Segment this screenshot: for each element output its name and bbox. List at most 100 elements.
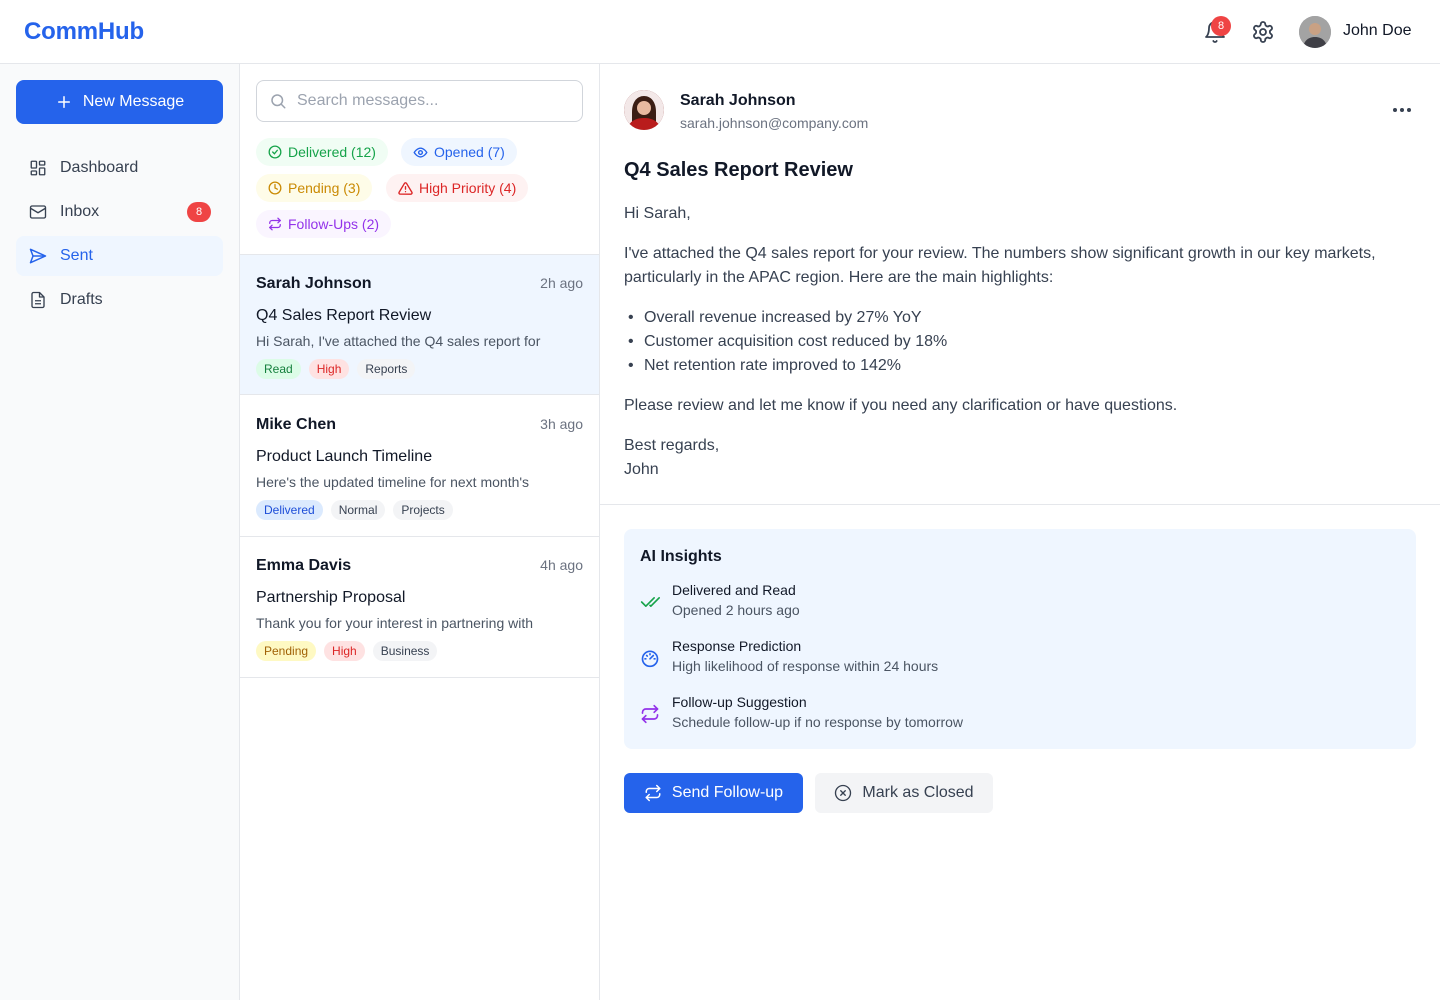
category-badge: Reports <box>357 359 416 379</box>
sidebar-item-inbox[interactable]: Inbox 8 <box>16 192 223 232</box>
message-time: 2h ago <box>540 275 583 291</box>
highlight-item: Customer acquisition cost reduced by 18% <box>624 330 1404 354</box>
plus-icon <box>57 96 70 108</box>
user-name[interactable]: John Doe <box>1343 22 1412 40</box>
message-list-item[interactable]: Mike Chen 3h ago Product Launch Timeline… <box>240 396 599 537</box>
ai-insights-card: AI Insights Delivered and Read Opened 2 … <box>624 529 1416 749</box>
top-header: CommHub 8 John Doe <box>0 0 1440 64</box>
sender-email: sarah.johnson@company.com <box>680 115 869 131</box>
message-time: 4h ago <box>540 557 583 573</box>
sender-name: Sarah Johnson <box>680 92 796 109</box>
search-box <box>256 80 583 122</box>
message-tags: Read High Reports <box>256 359 416 379</box>
filter-opened[interactable]: Opened (7) <box>401 138 517 166</box>
clock-icon <box>268 181 282 195</box>
new-message-button[interactable]: New Message <box>16 80 223 124</box>
message-signature: John <box>624 461 659 478</box>
message-subject: Q4 Sales Report Review <box>256 307 432 324</box>
status-badge: Pending <box>256 641 317 661</box>
ai-insights-title: AI Insights <box>640 548 722 565</box>
double-check-icon <box>640 597 660 607</box>
priority-badge: High <box>324 641 365 661</box>
sidebar-item-drafts[interactable]: Drafts <box>16 280 223 320</box>
insight-detail: Schedule follow-up if no response by tom… <box>672 714 964 730</box>
insight-heading: Delivered and Read <box>672 582 796 598</box>
dashboard-icon <box>28 158 48 178</box>
message-time: 3h ago <box>540 416 583 432</box>
filter-label: Delivered (12) <box>288 144 376 160</box>
message-subject: Partnership Proposal <box>256 589 406 606</box>
message-sender: Mike Chen <box>256 416 337 433</box>
send-follow-up-label: Send Follow-up <box>671 784 784 801</box>
sidebar-item-label: Dashboard <box>60 159 139 176</box>
gear-icon[interactable] <box>1251 20 1275 44</box>
insight-item: Response Prediction High likelihood of r… <box>640 638 1400 682</box>
sidebar-item-label: Inbox <box>60 203 100 220</box>
sidebar-item-label: Drafts <box>60 291 103 308</box>
message-body: Hi Sarah, I've attached the Q4 sales rep… <box>624 202 1404 482</box>
sidebar-item-dashboard[interactable]: Dashboard <box>16 148 223 188</box>
message-list-item[interactable]: Emma Davis 4h ago Partnership Proposal T… <box>240 537 599 678</box>
insight-heading: Follow-up Suggestion <box>672 694 807 710</box>
message-intro: I've attached the Q4 sales report for yo… <box>624 245 1376 286</box>
message-tags: Pending High Business <box>256 641 438 661</box>
mark-as-closed-label: Mark as Closed <box>862 784 974 801</box>
mark-as-closed-button[interactable]: Mark as Closed <box>815 773 993 813</box>
highlight-item: Overall revenue increased by 27% YoY <box>624 306 1404 330</box>
close-circle-icon <box>835 784 852 802</box>
warning-icon <box>398 181 413 195</box>
filter-high-priority[interactable]: High Priority (4) <box>386 174 529 202</box>
message-subject: Product Launch Timeline <box>256 448 433 465</box>
sender-avatar <box>624 90 664 130</box>
new-message-label: New Message <box>82 93 185 110</box>
sidebar: New Message Dashboard Inbox 8 Sent Draft… <box>0 64 240 1000</box>
filter-label: Pending (3) <box>288 180 361 196</box>
category-badge: Business <box>372 641 438 661</box>
priority-badge: Normal <box>330 500 386 520</box>
insight-detail: High likelihood of response within 24 ho… <box>672 658 939 674</box>
divider <box>600 504 1440 505</box>
send-follow-up-button[interactable]: Send Follow-up <box>624 773 803 813</box>
status-badge: Delivered <box>256 500 323 520</box>
insight-heading: Response Prediction <box>672 638 802 654</box>
filter-follow-ups[interactable]: Follow-Ups (2) <box>256 210 392 238</box>
insight-item: Delivered and Read Opened 2 hours ago <box>640 582 1400 626</box>
notification-badge: 8 <box>1211 16 1231 36</box>
inbox-count-badge: 8 <box>187 202 211 222</box>
filter-pending[interactable]: Pending (3) <box>256 174 373 202</box>
repeat-icon <box>269 217 281 231</box>
mail-icon <box>28 202 48 222</box>
message-preview: Here's the updated timeline for next mon… <box>256 474 530 490</box>
highlights-list: Overall revenue increased by 27% YoY Cus… <box>624 306 1404 378</box>
search-icon <box>271 94 286 109</box>
filter-delivered[interactable]: Delivered (12) <box>256 138 388 166</box>
app-logo[interactable]: CommHub <box>24 18 144 46</box>
filter-label: High Priority (4) <box>419 180 517 196</box>
message-list-item[interactable]: Sarah Johnson 2h ago Q4 Sales Report Rev… <box>240 254 599 395</box>
insight-detail: Opened 2 hours ago <box>672 602 800 618</box>
eye-icon <box>413 146 428 158</box>
search-input[interactable] <box>297 81 577 121</box>
send-icon <box>28 246 48 266</box>
gauge-icon <box>641 650 659 668</box>
message-sender: Emma Davis <box>256 557 352 574</box>
avatar[interactable] <box>1299 16 1331 48</box>
filter-label: Opened (7) <box>434 144 505 160</box>
repeat-icon <box>641 704 659 724</box>
sidebar-item-sent[interactable]: Sent <box>16 236 223 276</box>
sidebar-nav: Dashboard Inbox 8 Sent Drafts <box>16 148 223 324</box>
message-preview: Thank you for your interest in partnerin… <box>256 615 534 631</box>
message-sender: Sarah Johnson <box>256 275 372 292</box>
highlight-item: Net retention rate improved to 142% <box>624 354 1404 378</box>
insight-item: Follow-up Suggestion Schedule follow-up … <box>640 694 1400 738</box>
status-badge: Read <box>256 359 301 379</box>
message-greeting: Hi Sarah, <box>624 205 691 222</box>
message-preview: Hi Sarah, I've attached the Q4 sales rep… <box>256 333 541 349</box>
message-list-panel: Delivered (12) Opened (7) Pending (3) Hi… <box>240 64 600 1000</box>
message-detail-panel: Sarah Johnson sarah.johnson@company.com … <box>600 64 1440 1000</box>
document-icon <box>28 290 48 310</box>
more-options-icon[interactable] <box>1390 98 1414 122</box>
message-closing: Please review and let me know if you nee… <box>624 397 1178 414</box>
priority-badge: High <box>308 359 350 379</box>
category-badge: Projects <box>393 500 453 520</box>
